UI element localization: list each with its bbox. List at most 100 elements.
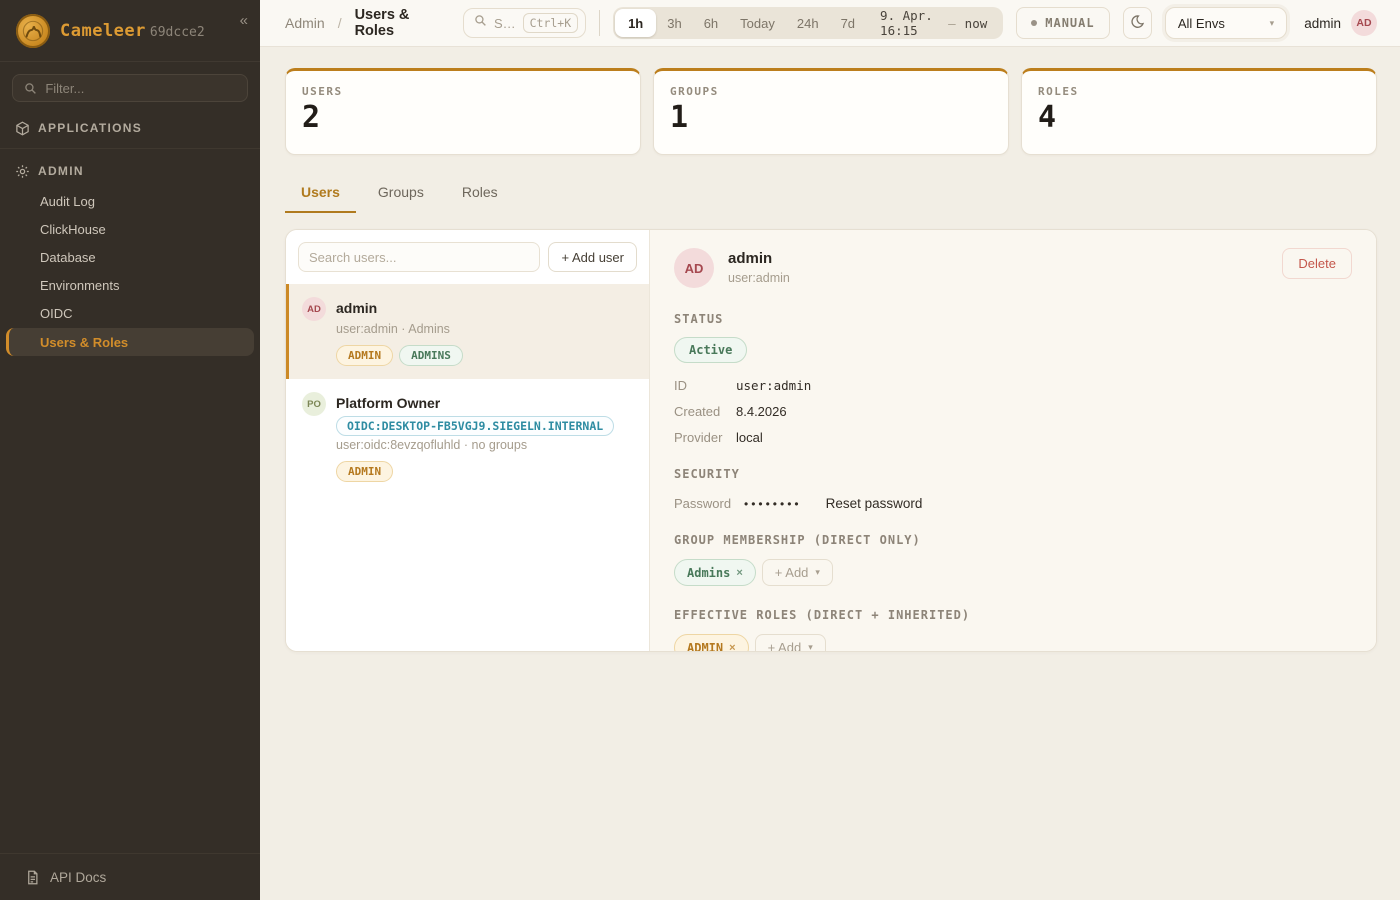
main-area: Admin / Users & Roles S… Ctrl+K 1h 3h 6h… <box>260 0 1400 900</box>
add-user-button[interactable]: + Add user <box>548 242 637 272</box>
breadcrumb-root[interactable]: Admin <box>285 15 325 31</box>
add-role-label: + Add <box>768 640 802 652</box>
group-membership-chips: Admins × + Add ▾ <box>674 559 1352 586</box>
time-range-3h[interactable]: 3h <box>656 9 692 37</box>
search-users-input[interactable] <box>298 242 540 272</box>
kv-value: user:admin <box>736 378 811 393</box>
password-row: Password •••••••• Reset password <box>674 496 1352 511</box>
topbar: Admin / Users & Roles S… Ctrl+K 1h 3h 6h… <box>260 0 1400 47</box>
user-row-platform-owner[interactable]: PO Platform Owner OIDC:DESKTOP-FB5VGJ9.S… <box>286 379 649 495</box>
add-group-button[interactable]: + Add ▾ <box>762 559 833 586</box>
section-applications-label: APPLICATIONS <box>38 121 142 135</box>
avatar: PO <box>302 392 326 416</box>
remove-role-icon[interactable]: × <box>729 642 735 653</box>
search-shortcut-kbd: Ctrl+K <box>523 13 579 33</box>
user-badges: ADMIN ADMINS <box>336 345 463 366</box>
time-range-24h[interactable]: 24h <box>786 9 830 37</box>
sidebar-item-oidc[interactable]: OIDC <box>0 299 260 327</box>
gear-icon <box>14 163 30 179</box>
time-range-1h[interactable]: 1h <box>615 9 656 37</box>
time-range-group: 1h 3h 6h Today 24h 7d 9. Apr. 16:15 — no… <box>613 7 1003 39</box>
reset-password-link[interactable]: Reset password <box>826 496 923 511</box>
detail-kv: ID user:admin Created 8.4.2026 Provider … <box>674 378 1352 445</box>
build-id: 69dcce2 <box>150 25 205 40</box>
time-display[interactable]: 9. Apr. 16:15 — now <box>866 8 1001 38</box>
stat-card-groups: GROUPS 1 <box>653 68 1009 155</box>
user-name: admin <box>336 297 463 316</box>
user-subtitle: user:admin · Admins <box>336 322 463 336</box>
theme-toggle-button[interactable] <box>1123 7 1152 39</box>
kv-row-id: ID user:admin <box>674 378 1352 393</box>
user-row-body: admin user:admin · Admins ADMIN ADMINS <box>336 297 463 366</box>
stat-card-users: USERS 2 <box>285 68 641 155</box>
topbar-divider <box>599 10 600 36</box>
add-group-label: + Add <box>775 565 809 580</box>
current-user-name: admin <box>1304 16 1341 31</box>
group-badge: ADMINS <box>399 345 463 366</box>
global-search[interactable]: S… Ctrl+K <box>463 8 586 38</box>
environment-select[interactable]: All Envs ▾ <box>1165 7 1287 39</box>
stat-value: 1 <box>670 103 992 133</box>
time-range-today[interactable]: Today <box>729 9 786 37</box>
sidebar-item-audit-log[interactable]: Audit Log <box>0 187 260 215</box>
section-admin[interactable]: ADMIN <box>0 149 260 187</box>
time-start: 9. Apr. 16:15 <box>880 8 939 38</box>
current-user[interactable]: admin AD <box>1304 10 1377 36</box>
sidebar: Cameleer 69dcce2 « APPLICATIONS ADMIN Aud… <box>0 0 260 900</box>
sidebar-filter-input[interactable] <box>45 81 237 96</box>
section-admin-label: ADMIN <box>38 164 84 178</box>
sidebar-item-clickhouse[interactable]: ClickHouse <box>0 215 260 243</box>
user-badges: ADMIN <box>336 461 614 482</box>
sidebar-filter[interactable] <box>12 74 248 102</box>
stat-card-roles: ROLES 4 <box>1021 68 1377 155</box>
user-list-pane: + Add user AD admin user:admin · Admins … <box>286 230 650 651</box>
detail-identity: admin user:admin <box>728 248 790 285</box>
user-row-admin[interactable]: AD admin user:admin · Admins ADMIN ADMIN… <box>286 284 649 379</box>
sidebar-item-environments[interactable]: Environments <box>0 271 260 299</box>
api-docs-link[interactable]: API Docs <box>0 853 260 900</box>
oidc-issuer-badge: OIDC:DESKTOP-FB5VGJ9.SIEGELN.INTERNAL <box>336 416 614 436</box>
kv-row-provider: Provider local <box>674 430 1352 445</box>
sidebar-item-database[interactable]: Database <box>0 243 260 271</box>
kv-key: Created <box>674 404 736 419</box>
stat-value: 2 <box>302 103 624 133</box>
avatar[interactable]: AD <box>1351 10 1377 36</box>
kv-value: 8.4.2026 <box>736 404 787 419</box>
time-end: now <box>965 16 988 31</box>
stat-label: GROUPS <box>670 85 992 98</box>
cameleer-logo-icon <box>16 14 50 48</box>
tab-groups[interactable]: Groups <box>362 176 440 213</box>
time-separator: — <box>948 16 956 31</box>
user-name: Platform Owner <box>336 392 614 411</box>
delete-user-button[interactable]: Delete <box>1282 248 1352 279</box>
refresh-mode-button[interactable]: MANUAL <box>1016 7 1109 39</box>
api-docs-label: API Docs <box>50 870 106 885</box>
status-section-title: STATUS <box>674 312 1352 326</box>
remove-group-icon[interactable]: × <box>736 567 742 579</box>
sidebar-item-users-roles[interactable]: Users & Roles <box>6 328 254 356</box>
detail-user-name: admin <box>728 248 790 267</box>
avatar: AD <box>674 248 714 288</box>
effective-roles-chips: ADMIN × + Add ▾ <box>674 634 1352 652</box>
tab-roles[interactable]: Roles <box>446 176 514 213</box>
group-chip-admins: Admins × <box>674 559 756 586</box>
time-range-7d[interactable]: 7d <box>830 9 866 37</box>
add-role-button[interactable]: + Add ▾ <box>755 634 826 652</box>
detail-user-id: user:admin <box>728 271 790 285</box>
search-icon <box>23 80 37 96</box>
logo-text: Cameleer 69dcce2 <box>60 21 205 41</box>
stat-label: ROLES <box>1038 85 1360 98</box>
kv-value: local <box>736 430 763 445</box>
password-label: Password <box>674 496 744 511</box>
breadcrumb-separator: / <box>338 15 342 31</box>
brand-name: Cameleer <box>60 21 146 41</box>
time-range-6h[interactable]: 6h <box>693 9 729 37</box>
chevron-down-icon: ▾ <box>1270 18 1275 29</box>
entity-tabs: Users Groups Roles <box>285 176 1377 213</box>
role-badge: ADMIN <box>336 461 393 482</box>
sidebar-collapse-icon[interactable]: « <box>240 12 248 29</box>
tab-users[interactable]: Users <box>285 176 356 213</box>
avatar: AD <box>302 297 326 321</box>
section-applications[interactable]: APPLICATIONS <box>0 106 260 144</box>
user-detail-pane: AD admin user:admin Delete STATUS Active… <box>650 230 1376 651</box>
